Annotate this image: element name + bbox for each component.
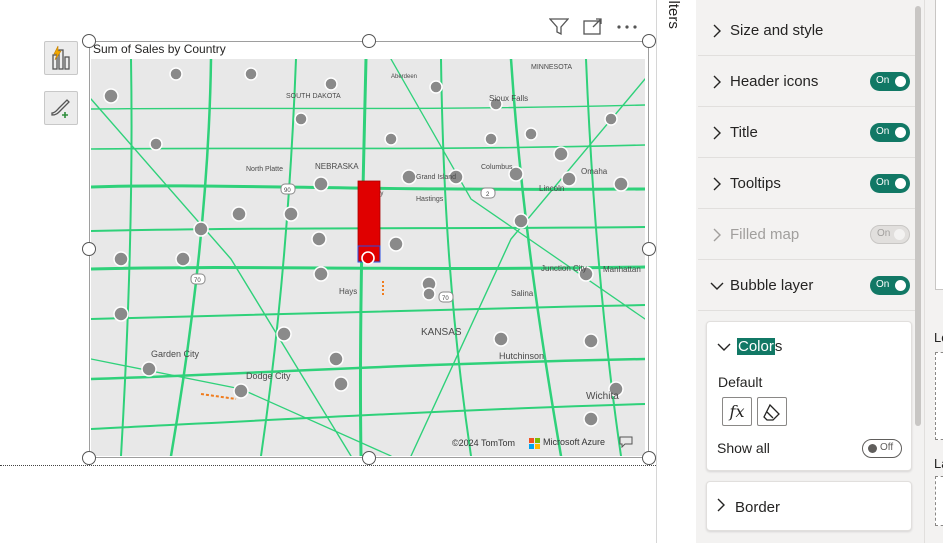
page-boundary-line: [0, 465, 656, 466]
format-pane: Size and style Header icons On Title On …: [696, 0, 924, 543]
conditional-formatting-button[interactable]: fx: [722, 397, 752, 426]
resize-handle-right[interactable]: [642, 242, 656, 256]
map-label: Grand Island: [416, 174, 456, 181]
show-all-toggle[interactable]: Off: [862, 439, 902, 458]
colors-title-rest: s: [774, 338, 783, 355]
provider-badge: Microsoft Azure: [528, 437, 605, 449]
filled-map-toggle: On: [870, 225, 910, 244]
border-label: Border: [735, 498, 781, 516]
colors-title-highlight: Color: [737, 338, 775, 355]
chevron-right-icon: [704, 24, 730, 38]
map-label: Dodge City: [246, 371, 291, 381]
map-label: Garden City: [151, 349, 200, 359]
map-area[interactable]: 90 70 70 2 MINNESOTA Aberdeen SOUTH DAKOTA…: [91, 59, 645, 456]
map-label: Columbus: [481, 164, 513, 171]
map-label: SOUTH DAKOTA: [286, 93, 341, 100]
resize-handle-top-left[interactable]: [82, 34, 96, 48]
default-color-label: Default: [718, 374, 763, 390]
map-label: Hutchinson: [499, 351, 544, 361]
map-basemap: 90 70 70 2 MINNESOTAAberdeenSOUTH DAKOTA…: [91, 59, 645, 456]
tooltips-toggle[interactable]: On: [870, 174, 910, 193]
quick-insights-button[interactable]: [44, 41, 78, 75]
location-drop-zone[interactable]: [935, 352, 943, 440]
data-pane-edge: Lo La: [924, 0, 943, 543]
bubble-bar[interactable]: [357, 180, 381, 265]
title-toggle[interactable]: On: [870, 123, 910, 142]
field-well-box: [935, 0, 943, 290]
format-painter-button[interactable]: [44, 91, 78, 125]
chevron-right-icon: [717, 498, 725, 516]
map-label: MINNESOTA: [531, 64, 572, 71]
bubble-layer-toggle[interactable]: On: [870, 276, 910, 295]
map-label: Hastings: [416, 196, 444, 203]
latitude-drop-zone[interactable]: [935, 476, 943, 526]
map-label: NEBRASKA: [315, 162, 359, 171]
colors-header[interactable]: Colors: [717, 338, 782, 355]
filter-icon[interactable]: [548, 16, 570, 38]
header-icons-toggle[interactable]: On: [870, 72, 910, 91]
microsoft-logo-icon: [528, 437, 540, 449]
chevron-right-icon: [704, 177, 730, 191]
map-label: Wichita: [586, 391, 619, 402]
bubble-point: [361, 251, 375, 265]
resize-handle-bottom-left[interactable]: [82, 451, 96, 465]
focus-mode-icon[interactable]: [582, 16, 604, 38]
show-all-label: Show all: [717, 440, 770, 456]
chevron-down-icon: [704, 282, 730, 290]
map-label: Aberdeen: [391, 74, 417, 80]
attribution-text: ©2024 TomTom: [451, 438, 515, 448]
resize-handle-top-right[interactable]: [642, 34, 656, 48]
resize-handle-left[interactable]: [82, 242, 96, 256]
filters-label: Filters: [665, 0, 682, 29]
map-label: North Platte: [246, 166, 283, 173]
eraser-icon: [763, 403, 780, 421]
resize-handle-bottom-right[interactable]: [642, 451, 656, 465]
colors-card: Colors Default fx Show all Off: [706, 321, 912, 471]
location-well-label: Lo: [934, 330, 943, 345]
more-options-icon[interactable]: [616, 16, 638, 38]
visual-title: Sum of Sales by Country: [93, 42, 226, 56]
chevron-down-icon: [717, 338, 731, 355]
section-title[interactable]: Title On: [698, 108, 918, 158]
filters-pane-collapsed[interactable]: Filters: [656, 0, 696, 543]
svg-text:70: 70: [442, 296, 449, 302]
map-label: Sioux Falls: [489, 94, 528, 103]
latitude-well-label: La: [934, 456, 943, 471]
reset-color-button[interactable]: [757, 397, 787, 426]
map-label: Junction City: [541, 264, 587, 273]
section-tooltips[interactable]: Tooltips On: [698, 159, 918, 209]
section-bubble-layer[interactable]: Bubble layer On: [698, 261, 918, 311]
map-footer: ©2024 TomTom Microsoft Azure: [452, 436, 633, 450]
svg-text:70: 70: [194, 278, 201, 284]
quick-insights-icon: [52, 45, 70, 70]
chevron-right-icon: [704, 75, 730, 89]
fx-icon: fx: [729, 402, 745, 421]
resize-handle-bottom[interactable]: [362, 451, 376, 465]
format-painter-icon: [51, 99, 70, 118]
map-label: Lincoln: [539, 184, 564, 193]
resize-handle-top[interactable]: [362, 34, 376, 48]
map-label: KANSAS: [421, 327, 462, 338]
map-label: Hays: [339, 287, 357, 296]
map-label: Omaha: [581, 167, 608, 176]
map-label: Manhattan: [603, 265, 641, 274]
chevron-right-icon: [704, 228, 730, 242]
section-size-and-style[interactable]: Size and style: [698, 6, 918, 56]
map-label: Salina: [511, 289, 534, 298]
border-card[interactable]: Border: [706, 481, 912, 531]
svg-text:90: 90: [284, 188, 291, 194]
section-header-icons[interactable]: Header icons On: [698, 57, 918, 107]
visual-header: [548, 14, 638, 40]
chevron-right-icon: [704, 126, 730, 140]
section-filled-map: Filled map On: [698, 210, 918, 260]
format-pane-scrollbar[interactable]: [915, 6, 921, 426]
feedback-icon[interactable]: [619, 436, 633, 450]
report-canvas: Sum of Sales by Country 90 70 70 2 MINNE…: [0, 0, 656, 543]
